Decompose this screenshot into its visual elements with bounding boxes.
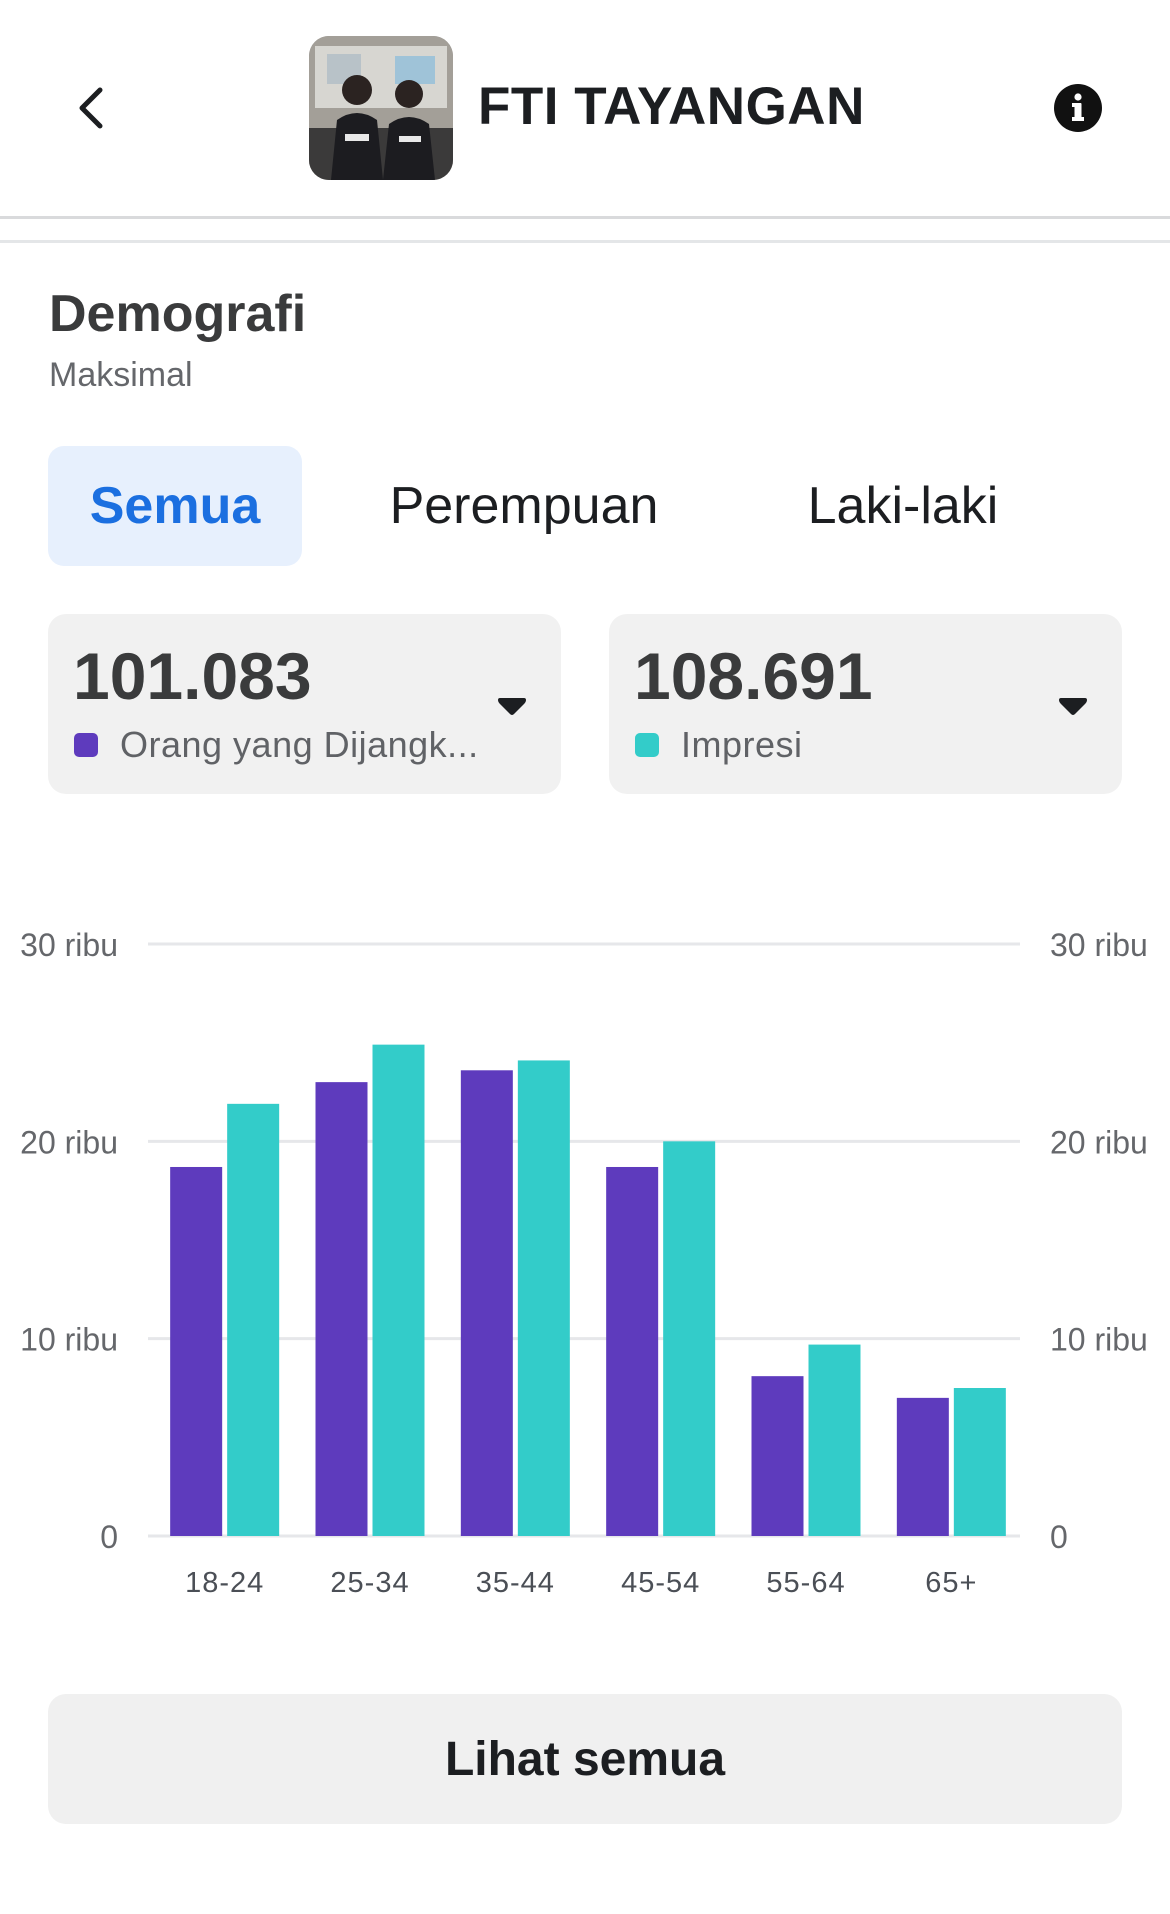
tab-semua[interactable]: Semua bbox=[48, 446, 302, 566]
section-divider bbox=[0, 240, 1170, 243]
page-avatar bbox=[309, 36, 453, 180]
top-bar: FTI TAYANGAN bbox=[0, 0, 1170, 216]
metric-value: 101.083 bbox=[73, 639, 312, 713]
chart-canvas: 0 0 10 ribu 10 ribu 20 ribu 20 ribu 30 ribu 30 … bbox=[20, 927, 1148, 1599]
tab-perempuan[interactable]: Perempuan bbox=[354, 446, 694, 566]
y-tick-label-left: 30 ribu bbox=[20, 927, 118, 963]
bar[interactable] bbox=[315, 1082, 368, 1536]
section-subtitle: Maksimal bbox=[49, 356, 193, 394]
x-tick-label: 35-44 bbox=[476, 1567, 555, 1599]
bar[interactable] bbox=[606, 1166, 659, 1536]
section-title: Demografi bbox=[49, 285, 307, 343]
metric-card-reach[interactable]: 101.083 Orang yang Dijangk... bbox=[48, 614, 561, 794]
y-tick-label-right: 10 ribu bbox=[1050, 1322, 1148, 1358]
metric-legend: Orang yang Dijangk... bbox=[74, 724, 479, 766]
x-tick-label: 25-34 bbox=[330, 1567, 409, 1599]
y-tick-label-left: 10 ribu bbox=[20, 1322, 118, 1358]
back-button[interactable] bbox=[70, 78, 110, 138]
bar[interactable] bbox=[663, 1141, 716, 1536]
bar[interactable] bbox=[460, 1070, 513, 1536]
caret-down-icon bbox=[498, 698, 526, 715]
x-tick-label: 65+ bbox=[925, 1567, 977, 1599]
info-button[interactable] bbox=[1054, 84, 1102, 132]
bar[interactable] bbox=[517, 1060, 570, 1536]
y-tick-label-left: 0 bbox=[100, 1519, 118, 1555]
x-tick-label: 45-54 bbox=[621, 1567, 700, 1599]
gender-tabs: Semua Perempuan Laki-laki bbox=[48, 446, 1128, 566]
bar[interactable] bbox=[953, 1388, 1006, 1536]
metric-value: 108.691 bbox=[634, 639, 873, 713]
page-title: FTI TAYANGAN bbox=[478, 77, 865, 136]
legend-swatch bbox=[74, 733, 98, 757]
info-icon bbox=[1072, 93, 1084, 121]
see-all-button[interactable]: Lihat semua bbox=[48, 1694, 1122, 1824]
y-tick-label-right: 30 ribu bbox=[1050, 927, 1148, 963]
bar[interactable] bbox=[170, 1166, 223, 1536]
bar[interactable] bbox=[896, 1397, 949, 1536]
bar[interactable] bbox=[808, 1344, 861, 1536]
y-tick-label-right: 0 bbox=[1050, 1519, 1068, 1555]
x-tick-label: 18-24 bbox=[185, 1567, 264, 1599]
metric-card-impressions[interactable]: 108.691 Impresi bbox=[609, 614, 1122, 794]
bar[interactable] bbox=[372, 1044, 425, 1536]
bar[interactable] bbox=[227, 1103, 280, 1536]
metric-label: Impresi bbox=[681, 724, 803, 765]
y-tick-label-left: 20 ribu bbox=[20, 1124, 118, 1160]
age-bar-chart: 0 0 10 ribu 10 ribu 20 ribu 20 ribu 30 ribu 30 … bbox=[0, 900, 1170, 1620]
bar[interactable] bbox=[751, 1376, 804, 1536]
y-tick-label-right: 20 ribu bbox=[1050, 1124, 1148, 1160]
tab-laki-laki[interactable]: Laki-laki bbox=[748, 446, 1058, 566]
x-tick-label: 55-64 bbox=[766, 1567, 845, 1599]
caret-down-icon bbox=[1059, 698, 1087, 715]
metric-legend: Impresi bbox=[635, 724, 803, 766]
legend-swatch bbox=[635, 733, 659, 757]
metric-label: Orang yang Dijangk... bbox=[120, 724, 479, 765]
header-divider bbox=[0, 216, 1170, 219]
chevron-left-icon bbox=[79, 87, 103, 129]
